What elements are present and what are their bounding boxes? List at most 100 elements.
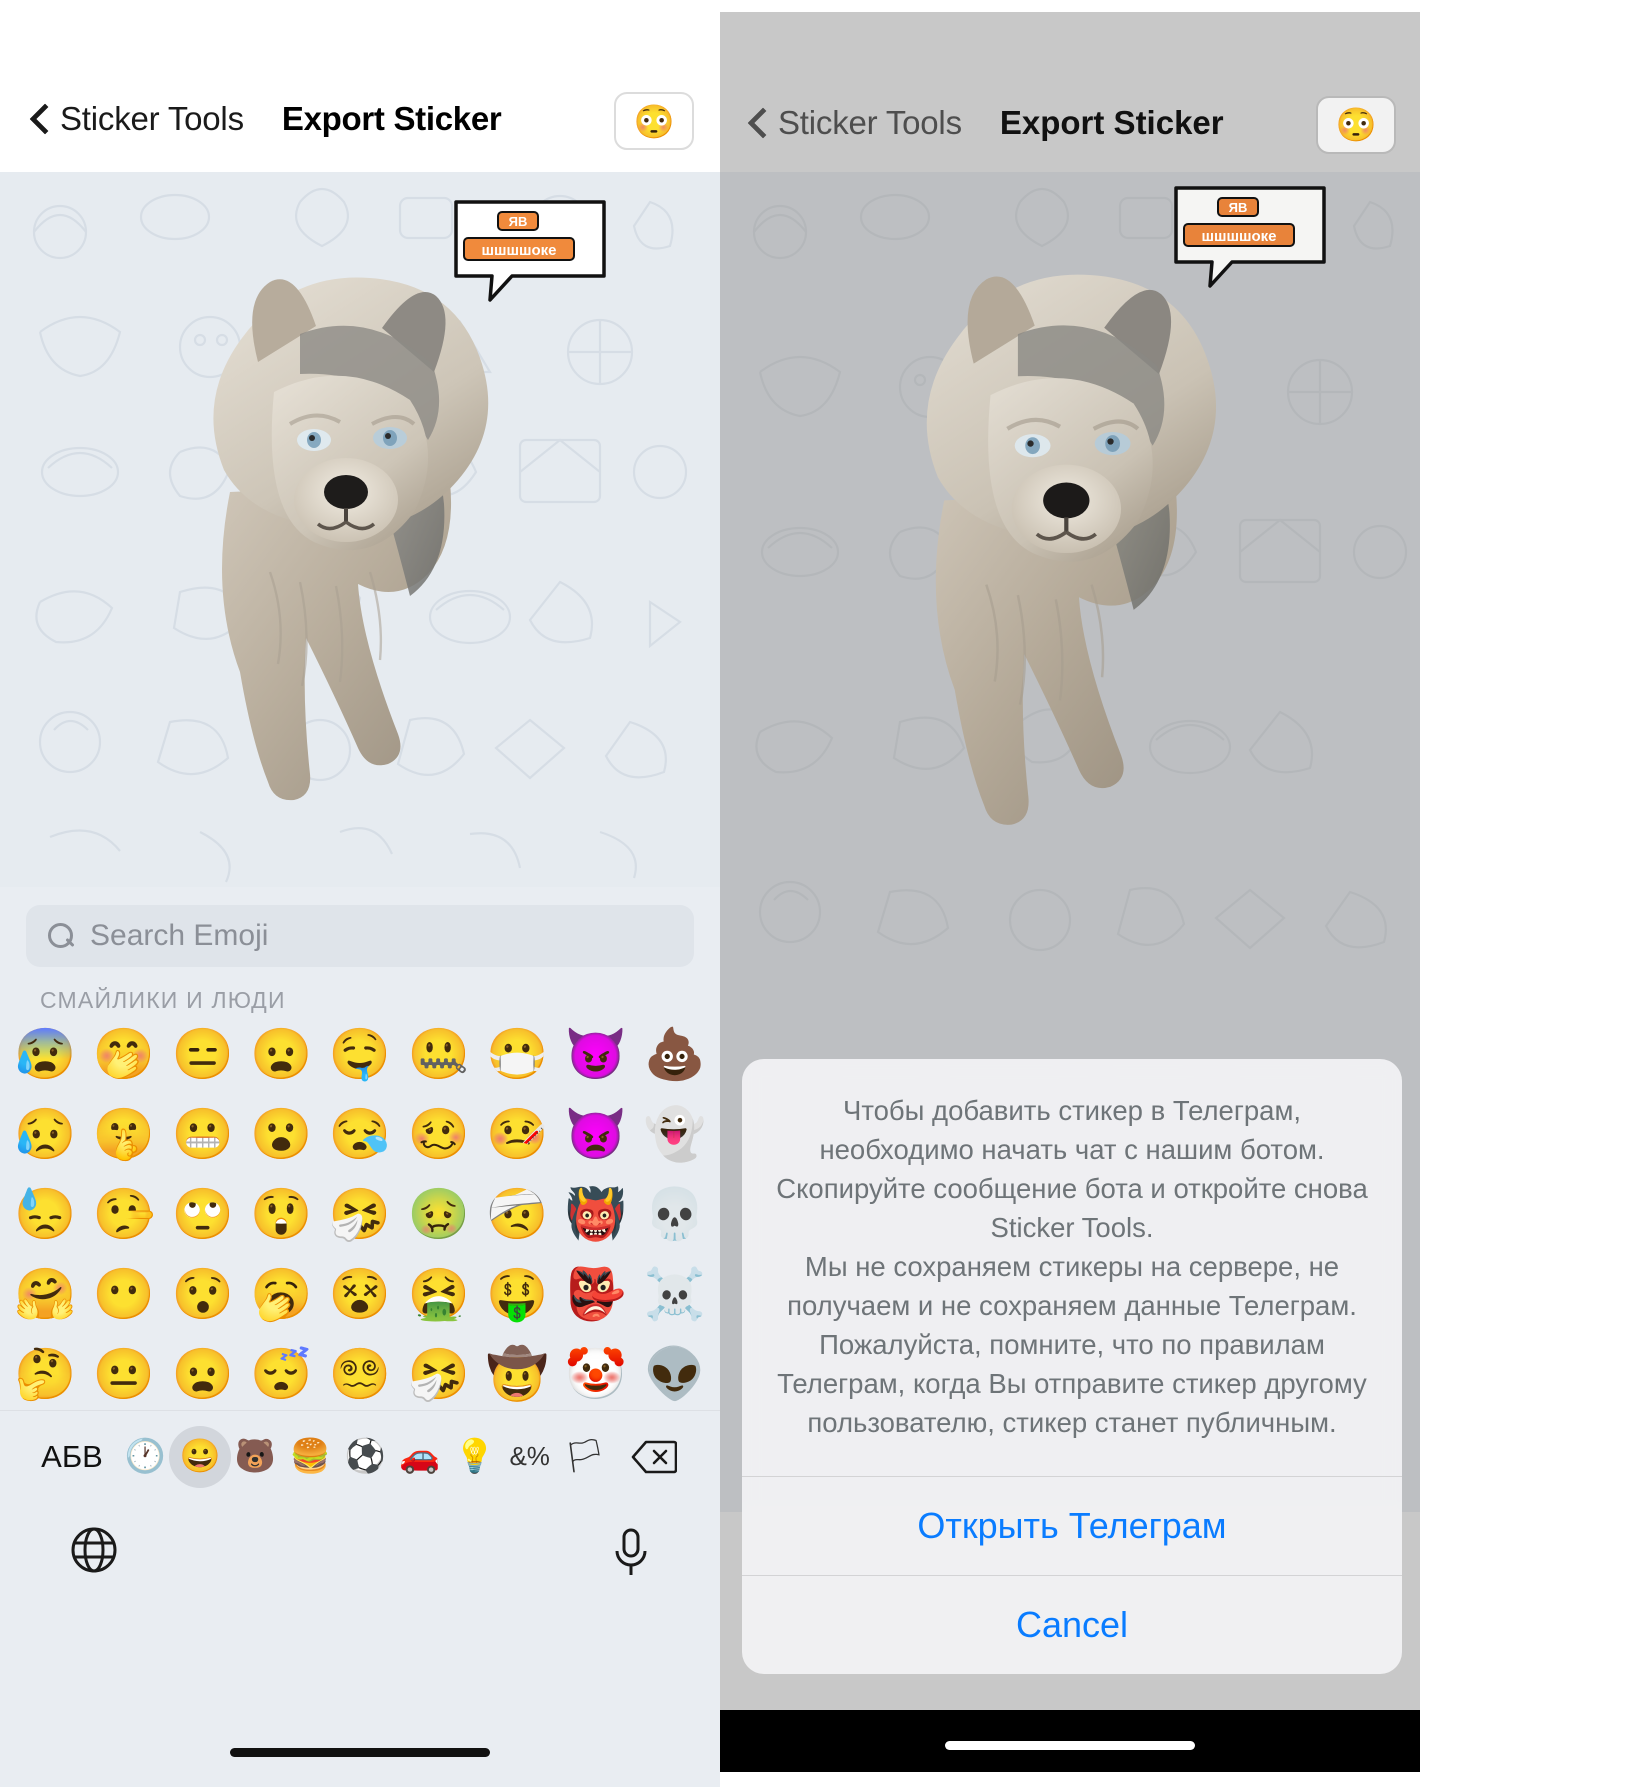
alert-message-text: Чтобы добавить стикер в Телеграм, необхо… <box>776 1094 1368 1438</box>
emoji-cell[interactable]: 🤮 <box>399 1258 478 1330</box>
keyboard-bottom-row <box>0 1502 720 1642</box>
emoji-cell[interactable]: 👻 <box>635 1098 714 1170</box>
food-drink-icon[interactable]: 🍔 <box>283 1426 338 1488</box>
search-icon <box>48 923 74 949</box>
emoji-cell[interactable]: 😥 <box>6 1098 85 1170</box>
bubble-text-line1: ЯВ <box>1229 200 1248 215</box>
emoji-cell[interactable]: 😬 <box>163 1098 242 1170</box>
emoji-cell[interactable]: 🤡 <box>557 1338 636 1410</box>
bubble-text-line2: шшшшоке <box>481 242 556 259</box>
right-phone-screen: Sticker Tools Export Sticker 😳 ЯВ шшшшок… <box>720 0 1650 1787</box>
emoji-cell[interactable]: 😵‍💫 <box>321 1338 400 1410</box>
flags-icon[interactable]: 🏳 <box>557 1426 612 1488</box>
emoji-keyboard: Search Emoji СМАЙЛИКИ И ЛЮДИ 😰 🤭 😑 😦 🤤 🤐 😷 😈 💩 😥 🤫… <box>0 887 720 1787</box>
animals-nature-icon[interactable]: 🐻 <box>228 1426 283 1488</box>
right-nav-bar: Sticker Tools Export Sticker 😳 <box>720 12 1420 172</box>
emoji-cell[interactable]: 🤑 <box>478 1258 557 1330</box>
bubble-text-line1: ЯВ <box>509 214 528 229</box>
microphone-glyph <box>615 1528 647 1575</box>
emoji-cell[interactable]: 👹 <box>557 1178 636 1250</box>
emoji-cell[interactable]: 😓 <box>6 1178 85 1250</box>
symbols-icon[interactable]: &% <box>502 1426 557 1488</box>
screenshot-root: Sticker Tools Export Sticker 😳 ЯВ шшшшок… <box>0 0 1650 1787</box>
emoji-cell[interactable]: 🤧 <box>399 1338 478 1410</box>
open-telegram-button[interactable]: Открыть Телеграм <box>742 1477 1402 1575</box>
wolf-dog-sticker-image[interactable] <box>860 232 1260 832</box>
objects-icon[interactable]: 💡 <box>447 1426 502 1488</box>
travel-places-icon[interactable]: 🚗 <box>392 1426 447 1488</box>
emoji-cell[interactable]: 🤭 <box>85 1018 164 1090</box>
emoji-cell[interactable]: 🤔 <box>6 1338 85 1410</box>
emoji-cell[interactable]: 👺 <box>557 1258 636 1330</box>
emoji-cell[interactable]: 💀 <box>635 1178 714 1250</box>
emoji-cell[interactable]: 😪 <box>321 1098 400 1170</box>
emoji-badge-glyph: 😳 <box>633 102 675 140</box>
left-phone-screen: Sticker Tools Export Sticker 😳 ЯВ шшшшок… <box>0 0 720 1787</box>
telegram-export-alert-dialog: Чтобы добавить стикер в Телеграм, необхо… <box>742 1058 1402 1674</box>
back-button-label: Sticker Tools <box>60 100 244 137</box>
emoji-cell[interactable]: 🤥 <box>85 1178 164 1250</box>
emoji-cell[interactable]: 😑 <box>163 1018 242 1090</box>
home-indicator <box>945 1741 1195 1750</box>
back-button-label: Sticker Tools <box>778 104 962 141</box>
emoji-cell[interactable]: 👿 <box>557 1098 636 1170</box>
emoji-cell[interactable]: 🤐 <box>399 1018 478 1090</box>
emoji-cell[interactable]: 🤒 <box>478 1098 557 1170</box>
right-phone-frame: Sticker Tools Export Sticker 😳 ЯВ шшшшок… <box>720 12 1420 1772</box>
chevron-left-icon <box>748 108 766 138</box>
sticker-emoji-badge-button[interactable]: 😳 <box>1316 96 1396 154</box>
emoji-cell[interactable]: 🥴 <box>399 1098 478 1170</box>
emoji-cell[interactable]: 🙄 <box>163 1178 242 1250</box>
bubble-text-line2: шшшшоке <box>1201 228 1276 245</box>
emoji-cell[interactable]: 🥱 <box>242 1258 321 1330</box>
search-input-placeholder: Search Emoji <box>90 919 269 952</box>
emoji-cell[interactable]: 💩 <box>635 1018 714 1090</box>
globe-language-icon[interactable] <box>70 1526 118 1585</box>
emoji-cell[interactable]: 🤫 <box>85 1098 164 1170</box>
emoji-cell[interactable]: 😦 <box>163 1338 242 1410</box>
emoji-cell[interactable]: 😲 <box>242 1178 321 1250</box>
microphone-dictation-icon[interactable] <box>612 1527 650 1584</box>
emoji-cell[interactable]: 🤢 <box>399 1178 478 1250</box>
emoji-cell[interactable]: 😵 <box>321 1258 400 1330</box>
emoji-cell[interactable]: 👽 <box>635 1338 714 1410</box>
emoji-cell[interactable]: 🤠 <box>478 1338 557 1410</box>
back-button[interactable]: Sticker Tools <box>30 100 244 138</box>
emoji-category-title: СМАЙЛИКИ И ЛЮДИ <box>40 987 286 1013</box>
emoji-cell[interactable]: 😴 <box>242 1338 321 1410</box>
keyboard-abc-button[interactable]: АБВ <box>26 1439 118 1475</box>
emoji-cell[interactable]: 😐 <box>85 1338 164 1410</box>
speech-bubble-sticker[interactable]: ЯВ шшшшоке <box>1170 182 1330 292</box>
left-nav-bar: Sticker Tools Export Sticker 😳 <box>0 0 720 172</box>
emoji-cell[interactable]: 😯 <box>163 1258 242 1330</box>
cancel-button[interactable]: Cancel <box>742 1576 1402 1674</box>
emoji-cell[interactable]: 😮 <box>242 1098 321 1170</box>
emoji-cell[interactable]: 🤧 <box>321 1178 400 1250</box>
sticker-preview-canvas: ЯВ шшшшоке <box>0 172 720 887</box>
back-button[interactable]: Sticker Tools <box>748 104 962 142</box>
speech-bubble-sticker[interactable]: ЯВ шшшшоке <box>450 196 610 306</box>
emoji-cell[interactable]: 🤕 <box>478 1178 557 1250</box>
search-row: Search Emoji <box>0 887 720 973</box>
emoji-cell[interactable]: 🤗 <box>6 1258 85 1330</box>
chevron-left-icon <box>30 104 48 134</box>
wolf-dog-sticker-image[interactable] <box>150 242 530 802</box>
emoji-cell[interactable]: 😈 <box>557 1018 636 1090</box>
emoji-cell[interactable]: 😰 <box>6 1018 85 1090</box>
backspace-icon[interactable] <box>612 1440 696 1474</box>
emoji-grid: 😰 🤭 😑 😦 🤤 🤐 😷 😈 💩 😥 🤫 😬 😮 😪 🥴 🤒 👿 👻 😓 🤥 🙄 😲 🤧 🤢 🤕 👹 💀 🤗 😶 😯 🥱 😵 🤮 🤑 👺 ☠️ 🤔 😐 😦… <box>0 1018 720 1410</box>
emoji-cell[interactable]: 😷 <box>478 1018 557 1090</box>
globe-glyph <box>71 1527 117 1572</box>
sticker-emoji-badge-button[interactable]: 😳 <box>614 92 694 150</box>
keyboard-category-toolbar: АБВ 🕐 😀 🐻 🍔 ⚽ 🚗 💡 &% 🏳 <box>0 1410 720 1502</box>
emoji-cell[interactable]: 😦 <box>242 1018 321 1090</box>
page-title: Export Sticker <box>281 100 502 137</box>
emoji-cell[interactable]: 😶 <box>85 1258 164 1330</box>
search-emoji-input[interactable]: Search Emoji <box>26 905 694 967</box>
activity-sports-icon[interactable]: ⚽ <box>338 1426 393 1488</box>
emoji-cell[interactable]: 🤤 <box>321 1018 400 1090</box>
page-title: Export Sticker <box>999 104 1224 141</box>
emoji-cell[interactable]: ☠️ <box>635 1258 714 1330</box>
recent-clock-icon[interactable]: 🕐 <box>118 1426 173 1488</box>
smileys-people-icon[interactable]: 😀 <box>169 1425 232 1488</box>
